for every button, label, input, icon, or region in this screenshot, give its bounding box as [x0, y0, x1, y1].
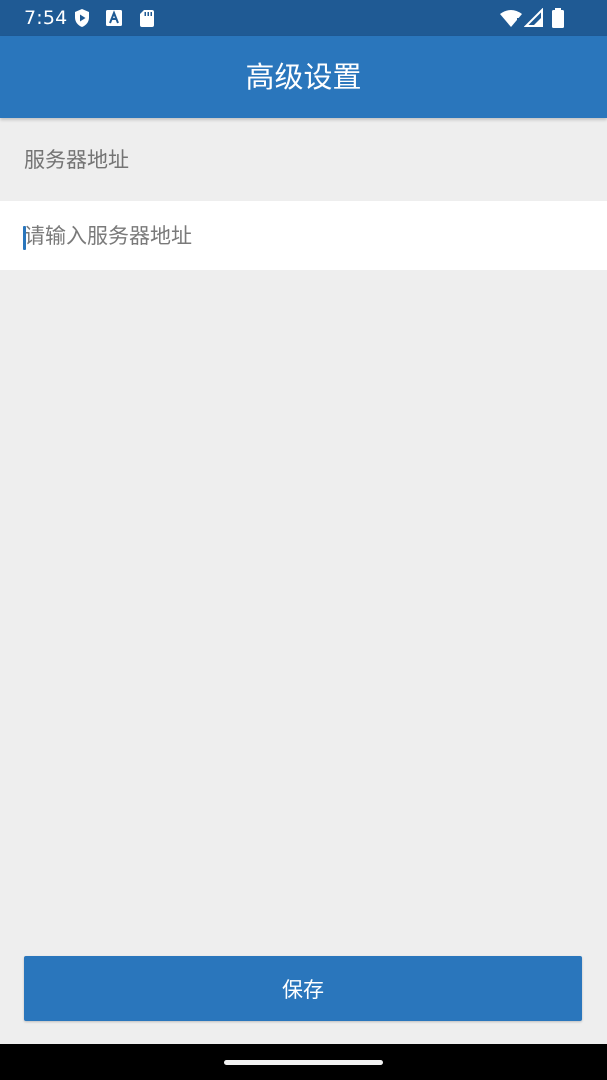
wifi-icon	[499, 8, 523, 28]
save-button[interactable]: 保存	[24, 956, 582, 1021]
server-address-input[interactable]	[0, 201, 607, 270]
signal-icon	[523, 7, 544, 28]
server-address-label: 服务器地址	[24, 148, 129, 172]
text-cursor	[23, 226, 26, 250]
home-gesture-handle[interactable]	[224, 1060, 383, 1065]
status-time: 7:54	[24, 7, 68, 29]
battery-icon	[551, 8, 565, 28]
server-address-row	[0, 201, 607, 270]
navigation-bar	[0, 1044, 607, 1080]
status-bar: 7:54	[0, 0, 607, 36]
app-bar: 高级设置	[0, 36, 607, 118]
sd-card-icon	[137, 8, 157, 28]
font-a-icon	[104, 8, 124, 28]
play-protect-icon	[72, 8, 92, 28]
page-title: 高级设置	[245, 60, 362, 94]
